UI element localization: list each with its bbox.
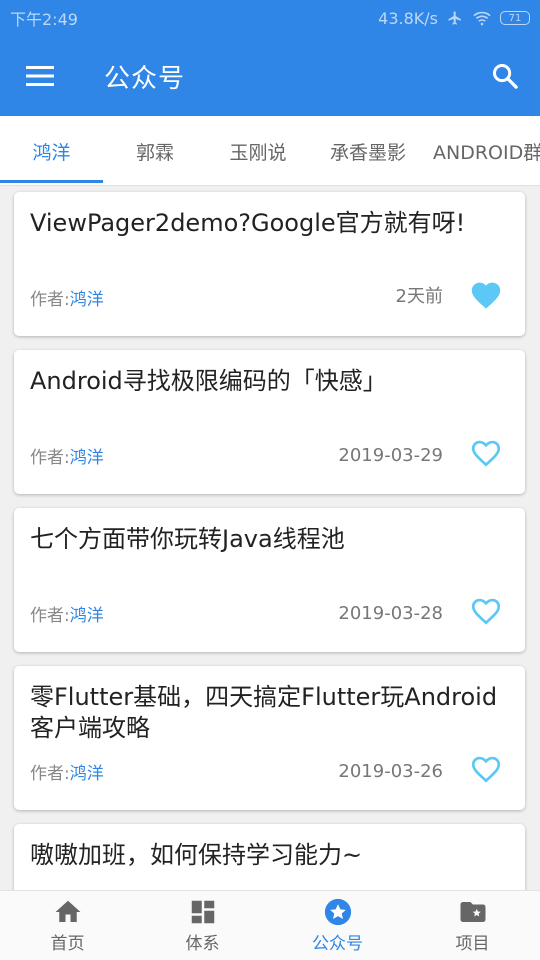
tab-yugangshuo[interactable]: 玉刚说	[207, 116, 309, 185]
tab-indicator	[0, 180, 103, 183]
author-label: 作者:	[30, 764, 70, 784]
article-title[interactable]: 零Flutter基础，四天搞定Flutter玩Android客户端攻略	[30, 682, 509, 744]
article-title[interactable]: ViewPager2demo?Google官方就有呀!	[30, 208, 509, 239]
article-card[interactable]: ViewPager2demo?Google官方就有呀! 作者:鸿洋 2天前	[14, 192, 525, 336]
network-speed: 43.8K/s	[378, 8, 438, 28]
article-card[interactable]: 嗷嗷加班，如何保持学习能力~	[14, 824, 525, 890]
airplane-icon	[448, 11, 461, 25]
heart-outline-icon[interactable]	[469, 436, 503, 468]
article-card[interactable]: 七个方面带你玩转Java线程池 作者:鸿洋 2019-03-28	[14, 508, 525, 652]
article-date: 2019-03-26	[338, 761, 443, 782]
star-circle-icon	[324, 898, 351, 926]
article-date: 2019-03-28	[338, 603, 443, 624]
author-name[interactable]: 鸿洋	[70, 290, 104, 310]
page-title: 公众号	[104, 63, 186, 94]
app-bar: 公众号	[0, 36, 540, 116]
tab-bar: 鸿洋 郭霖 玉刚说 承香墨影 ANDROID群英传	[0, 116, 540, 186]
author-name[interactable]: 鸿洋	[70, 606, 104, 626]
heart-outline-icon[interactable]	[469, 594, 503, 626]
search-button[interactable]	[470, 36, 540, 116]
article-date: 2天前	[395, 286, 443, 307]
author-label: 作者:	[30, 448, 70, 468]
tab-android-qunyingzhuan[interactable]: ANDROID群英传	[433, 116, 540, 185]
dashboard-icon	[191, 900, 214, 924]
article-author: 作者:鸿洋	[30, 759, 104, 784]
hamburger-icon	[26, 66, 54, 86]
article-author: 作者:鸿洋	[30, 443, 104, 468]
search-icon	[492, 63, 518, 89]
tab-guolin[interactable]: 郭霖	[103, 116, 207, 185]
nav-projects[interactable]: 项目	[405, 891, 540, 960]
status-time: 下午2:49	[10, 10, 78, 29]
star-folder-icon	[460, 902, 485, 922]
nav-home-label: 首页	[50, 934, 85, 954]
heart-filled-icon[interactable]	[469, 278, 503, 310]
article-title[interactable]: 七个方面带你玩转Java线程池	[30, 524, 509, 555]
nav-official-accounts[interactable]: 公众号	[270, 891, 405, 960]
author-name[interactable]: 鸿洋	[70, 448, 104, 468]
battery-icon: 71	[500, 11, 530, 25]
article-title[interactable]: 嗷嗷加班，如何保持学习能力~	[30, 840, 509, 871]
nav-official-accounts-label: 公众号	[312, 934, 363, 954]
article-title[interactable]: Android寻找极限编码的「快感」	[30, 366, 509, 397]
article-date: 2019-03-29	[338, 445, 443, 466]
tab-chengxiangmoying[interactable]: 承香墨影	[309, 116, 427, 185]
article-card[interactable]: 零Flutter基础，四天搞定Flutter玩Android客户端攻略 作者:鸿…	[14, 666, 525, 810]
author-name[interactable]: 鸿洋	[70, 764, 104, 784]
article-list[interactable]: ViewPager2demo?Google官方就有呀! 作者:鸿洋 2天前 An…	[0, 186, 540, 890]
author-label: 作者:	[30, 290, 70, 310]
nav-system[interactable]: 体系	[135, 891, 270, 960]
status-bar: 下午2:49 43.8K/s 71	[0, 0, 540, 36]
article-author: 作者:鸿洋	[30, 285, 104, 310]
nav-home[interactable]: 首页	[0, 891, 135, 960]
article-author: 作者:鸿洋	[30, 601, 104, 626]
author-label: 作者:	[30, 606, 70, 626]
heart-outline-icon[interactable]	[469, 752, 503, 784]
article-card[interactable]: Android寻找极限编码的「快感」 作者:鸿洋 2019-03-29	[14, 350, 525, 494]
status-right: 43.8K/s 71	[378, 9, 530, 28]
menu-button[interactable]	[0, 36, 80, 116]
wifi-icon	[473, 11, 491, 26]
nav-projects-label: 项目	[455, 934, 490, 954]
bottom-nav: 首页 体系 公众号 项目	[0, 890, 540, 960]
tab-hongyang[interactable]: 鸿洋	[0, 116, 103, 185]
home-icon	[55, 900, 80, 922]
nav-system-label: 体系	[185, 934, 220, 954]
